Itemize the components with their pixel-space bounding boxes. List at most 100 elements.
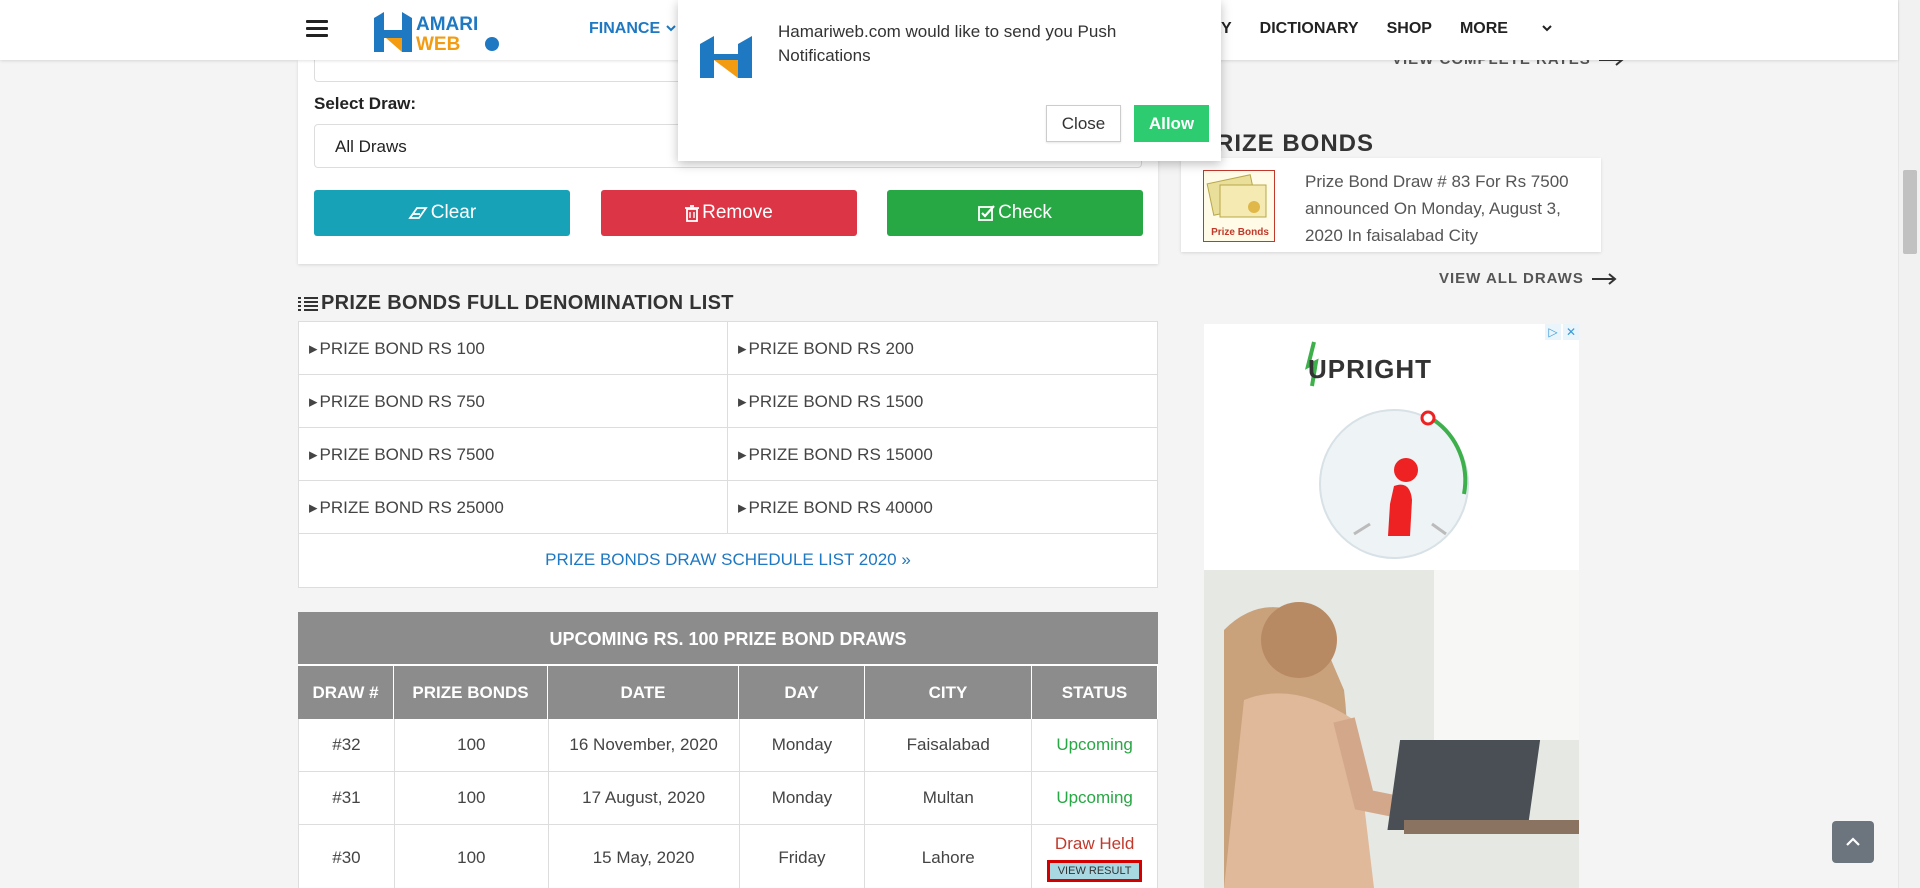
chevron-down-icon — [665, 25, 676, 32]
denomination-link[interactable]: ▸ PRIZE BOND RS 40000 — [728, 481, 1157, 533]
caret-right-icon: ▸ — [309, 339, 318, 358]
push-message: Hamariweb.com would like to send you Pus… — [778, 22, 1117, 65]
draw-date: 16 November, 2020 — [549, 719, 740, 771]
draw-day: Monday — [740, 772, 866, 824]
eraser-icon — [408, 207, 428, 219]
bond-value: 100 — [395, 825, 549, 888]
allow-button[interactable]: Allow — [1134, 105, 1209, 142]
chevron-up-icon — [1846, 837, 1860, 846]
table-row: ▸ PRIZE BOND RS 25000 ▸ PRIZE BOND RS 4000… — [299, 481, 1157, 534]
table-row: #30 100 15 May, 2020 Friday Lahore Draw … — [298, 825, 1159, 888]
denomination-link[interactable]: ▸ PRIZE BOND RS 7500 — [299, 428, 728, 480]
draw-city: Lahore — [865, 825, 1033, 888]
hamariweb-h-icon — [700, 36, 752, 78]
draw-status: Upcoming — [1032, 772, 1159, 824]
col-date: DATE — [548, 666, 739, 719]
nav-item-dictionary[interactable]: DICTIONARY — [1260, 20, 1359, 38]
close-icon[interactable]: ✕ — [1563, 324, 1579, 340]
advertisement[interactable]: UPRIGHT ▷ ✕ — [1204, 324, 1579, 888]
select-draw-label: Select Draw: — [314, 94, 417, 113]
arrow-right-icon — [1591, 272, 1617, 285]
denomination-label: PRIZE BOND RS 1500 — [748, 392, 924, 411]
view-result-button[interactable]: VIEW RESULT — [1046, 859, 1143, 882]
draw-number: #32 — [299, 719, 395, 771]
check-button[interactable]: Check — [887, 190, 1143, 236]
nav-item-shop[interactable]: SHOP — [1387, 20, 1432, 38]
table-row: #32 100 16 November, 2020 Monday Faisala… — [298, 719, 1159, 772]
checkbox-icon — [978, 205, 995, 221]
col-status: STATUS — [1032, 666, 1158, 719]
schedule-list-link[interactable]: PRIZE BONDS DRAW SCHEDULE LIST 2020 » — [299, 534, 1157, 587]
push-notification-prompt: Hamariweb.com would like to send you Pus… — [678, 0, 1221, 161]
denomination-link[interactable]: ▸ PRIZE BOND RS 100 — [299, 322, 728, 374]
draw-date: 15 May, 2020 — [549, 825, 740, 888]
caret-right-icon: ▸ — [309, 445, 318, 464]
svg-text:AMARI: AMARI — [416, 14, 478, 35]
denomination-label: PRIZE BOND RS 750 — [319, 392, 485, 411]
caret-right-icon: ▸ — [738, 445, 747, 464]
draw-status-cell: Draw Held VIEW RESULT — [1032, 825, 1159, 888]
nav-finance[interactable]: FINANCE — [589, 20, 677, 38]
svg-text:WEB: WEB — [416, 34, 460, 54]
caret-right-icon: ▸ — [738, 498, 747, 517]
bond-certificate-icon: Prize Bonds — [1206, 174, 1269, 238]
close-button[interactable]: Close — [1046, 105, 1121, 142]
denomination-label: PRIZE BOND RS 7500 — [319, 445, 495, 464]
ad-info-icon[interactable]: ▷ — [1545, 324, 1561, 340]
chevron-down-icon — [1542, 25, 1553, 32]
denomination-label: PRIZE BOND RS 15000 — [748, 445, 933, 464]
view-all-label: VIEW ALL DRAWS — [1439, 270, 1584, 287]
caret-right-icon: ▸ — [738, 392, 747, 411]
draw-status: Upcoming — [1032, 719, 1159, 771]
menu-icon[interactable] — [306, 20, 328, 38]
denomination-table: ▸ PRIZE BOND RS 100 ▸ PRIZE BOND RS 200 ▸ P… — [298, 321, 1158, 588]
schedule-link-label: PRIZE BONDS DRAW SCHEDULE LIST 2020 — [545, 550, 897, 569]
denomination-title: PRIZE BONDS FULL DENOMINATION LIST — [321, 292, 734, 314]
bond-value: 100 — [395, 772, 549, 824]
scroll-to-top-button[interactable] — [1832, 821, 1874, 863]
ad-controls: ▷ ✕ — [1545, 324, 1579, 340]
ad-photo — [1204, 570, 1579, 888]
remove-button[interactable]: Remove — [601, 190, 857, 236]
denomination-heading: PRIZE BONDS FULL DENOMINATION LIST — [298, 292, 734, 315]
col-prize-bonds: PRIZE BONDS — [394, 666, 548, 719]
scrollbar-thumb[interactable] — [1903, 170, 1917, 254]
draw-number: #30 — [299, 825, 395, 888]
posture-illustration — [1319, 409, 1469, 559]
nav-more-label: MORE — [1459, 20, 1508, 37]
upcoming-draws-table: UPCOMING RS. 100 PRIZE BOND DRAWS DRAW #… — [298, 612, 1159, 888]
denomination-link[interactable]: ▸ PRIZE BOND RS 25000 — [299, 481, 728, 533]
denomination-label: PRIZE BOND RS 200 — [748, 339, 914, 358]
table-row: ▸ PRIZE BOND RS 100 ▸ PRIZE BOND RS 200 — [299, 322, 1157, 375]
hamariweb-logo[interactable]: AMARI WEB — [372, 8, 512, 54]
clear-label: Clear — [430, 202, 477, 223]
draw-city: Multan — [865, 772, 1033, 824]
remove-label: Remove — [702, 202, 773, 223]
view-all-draws-link[interactable]: VIEW ALL DRAWS — [1439, 270, 1618, 287]
table-row: ▸ PRIZE BOND RS 7500 ▸ PRIZE BOND RS 15000 — [299, 428, 1157, 481]
draw-date: 17 August, 2020 — [549, 772, 740, 824]
nav-item-more[interactable]: MORE — [1460, 20, 1554, 38]
nav-menu: RY DICTIONARY SHOP MORE — [1210, 20, 1582, 38]
draws-table-header: DRAW # PRIZE BONDS DATE DAY CITY STATUS — [298, 666, 1158, 719]
page-scrollbar[interactable] — [1898, 0, 1920, 888]
thumbnail-label: Prize Bonds — [1211, 227, 1269, 238]
caret-right-icon: ▸ — [309, 498, 318, 517]
draw-day: Monday — [740, 719, 866, 771]
draw-status: Draw Held — [1054, 833, 1135, 853]
list-icon — [298, 296, 318, 311]
caret-right-icon: ▸ — [309, 392, 318, 411]
denomination-link[interactable]: ▸ PRIZE BOND RS 750 — [299, 375, 728, 427]
denomination-link[interactable]: ▸ PRIZE BOND RS 15000 — [728, 428, 1157, 480]
clear-button[interactable]: Clear — [314, 190, 570, 236]
woman-laptop-image — [1204, 570, 1579, 888]
denomination-label: PRIZE BOND RS 25000 — [319, 498, 504, 517]
denomination-link[interactable]: ▸ PRIZE BOND RS 200 — [728, 322, 1157, 374]
ad-brand: UPRIGHT — [1308, 354, 1432, 384]
bond-value: 100 — [395, 719, 549, 771]
denomination-link[interactable]: ▸ PRIZE BOND RS 1500 — [728, 375, 1157, 427]
prize-bond-news-text: Prize Bond Draw # 83 For Rs 7500 announc… — [1305, 172, 1569, 245]
prize-bond-news-card[interactable]: Prize Bonds Prize Bond Draw # 83 For Rs … — [1181, 158, 1601, 252]
draws-table-title: UPCOMING RS. 100 PRIZE BOND DRAWS — [298, 612, 1158, 666]
col-draw: DRAW # — [298, 666, 394, 719]
